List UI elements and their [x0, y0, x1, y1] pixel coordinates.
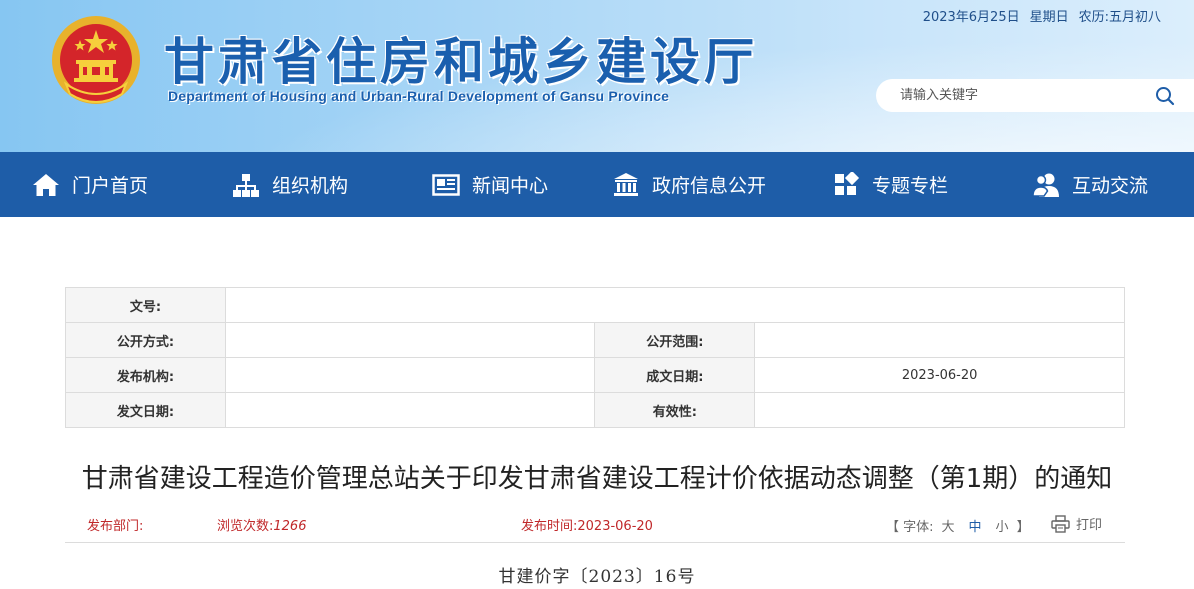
views-count: 1266	[273, 519, 307, 534]
issuer-value	[224, 357, 596, 393]
table-row: 发布机构: 成文日期: 2023-06-20	[65, 357, 1125, 393]
validity-label: 有效性:	[594, 392, 756, 428]
publish-time-value: 2023-06-20	[577, 519, 653, 534]
users-icon	[1032, 173, 1059, 197]
site-title: 甘肃省住房和城乡建设厅	[164, 33, 758, 91]
issuer-label: 发布机构:	[65, 357, 226, 393]
font-size-small-button[interactable]: 小	[996, 520, 1009, 535]
views-meta: 浏览次数:1266	[217, 515, 306, 534]
disclosure-method-value	[224, 322, 596, 358]
department-label: 发布部门:	[87, 519, 144, 534]
print-label: 打印	[1076, 518, 1103, 533]
printer-icon	[1051, 514, 1070, 533]
search-box	[876, 79, 1194, 112]
current-weekday: 星期日	[1029, 10, 1069, 25]
validity-value	[754, 392, 1125, 428]
nav-label: 新闻中心	[472, 175, 549, 197]
disclosure-scope-label: 公开范围:	[594, 322, 756, 358]
nav-item-organization[interactable]: 组织机构	[232, 152, 348, 217]
article-title: 甘肃省建设工程造价管理总站关于印发甘肃省建设工程计价依据动态调整（第1期）的通知	[81, 464, 1113, 494]
publish-time-meta: 发布时间:2023-06-20	[521, 515, 653, 534]
table-row: 文号:	[65, 287, 1126, 323]
grid-icon	[835, 171, 860, 195]
font-size-medium-button[interactable]: 中	[969, 520, 982, 535]
date-line: 2023年6月25日 星期日 农历:五月初八	[913, 6, 1161, 25]
issue-date-label: 发文日期:	[65, 392, 226, 428]
header-banner: 甘肃省住房和城乡建设厅 Department of Housing and Ur…	[0, 0, 1194, 152]
document-number: 甘建价字〔2023〕16号	[498, 567, 696, 587]
doc-number-label: 文号:	[65, 287, 226, 323]
views-label: 浏览次数:	[217, 519, 274, 534]
document-info-table: 文号: 公开方式: 公开范围: 发布机构: 成文日期: 2023-06-20 发…	[65, 287, 1126, 428]
font-size-label: 【 字体:	[886, 520, 934, 535]
site-subtitle: Department of Housing and Urban-Rural De…	[168, 88, 670, 104]
current-date: 2023年6月25日	[922, 10, 1020, 25]
print-button[interactable]: 打印	[1051, 514, 1102, 533]
main-nav: 门户首页 组织机构 新闻中心 政府信息公开 专题专栏 互动交流	[0, 152, 1194, 217]
font-size-bracket: 】	[1016, 520, 1030, 535]
nav-item-gov-info[interactable]: 政府信息公开	[612, 152, 766, 217]
department-meta: 发布部门:	[87, 515, 143, 534]
nav-item-home[interactable]: 门户首页	[32, 152, 148, 217]
home-icon	[33, 173, 59, 196]
table-row: 发文日期: 有效性:	[65, 392, 1125, 428]
nav-label: 专题专栏	[872, 175, 949, 197]
nav-item-interaction[interactable]: 互动交流	[1032, 152, 1148, 217]
disclosure-scope-value	[754, 322, 1125, 358]
font-size-switcher: 【 字体: 大中小】	[886, 516, 1030, 535]
created-date-label: 成文日期:	[594, 357, 756, 393]
lunar-date: 农历:五月初八	[1078, 10, 1161, 25]
nav-item-news[interactable]: 新闻中心	[432, 152, 548, 217]
disclosure-method-label: 公开方式:	[65, 322, 226, 358]
nav-label: 门户首页	[72, 175, 149, 197]
search-icon[interactable]	[1155, 86, 1175, 106]
nav-label: 政府信息公开	[652, 175, 767, 197]
issue-date-value	[224, 392, 596, 428]
doc-number-value	[224, 287, 1126, 323]
national-emblem-icon[interactable]	[48, 14, 144, 110]
font-size-large-button[interactable]: 大	[942, 520, 955, 535]
nav-label: 组织机构	[272, 175, 349, 197]
nav-item-topics[interactable]: 专题专栏	[832, 152, 948, 217]
nav-label: 互动交流	[1072, 175, 1149, 197]
publish-time-label: 发布时间:	[521, 519, 578, 534]
divider	[65, 542, 1125, 543]
government-building-icon	[614, 172, 638, 196]
created-date-value: 2023-06-20	[754, 357, 1125, 393]
table-row: 公开方式: 公开范围:	[65, 322, 1125, 358]
org-chart-icon	[233, 173, 259, 197]
newspaper-icon	[432, 173, 460, 196]
search-input[interactable]	[900, 85, 1150, 106]
